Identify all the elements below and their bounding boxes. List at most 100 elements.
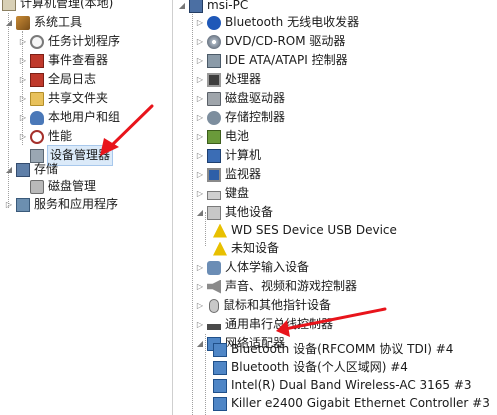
event-viewer-label: 事件查看器 xyxy=(48,53,109,67)
users-icon xyxy=(30,110,44,125)
tree-item-system-tools[interactable]: ◢ 系统工具 xyxy=(4,13,82,32)
tree-item-task-scheduler[interactable]: ▷ 任务计划程序 xyxy=(18,32,120,51)
battery-icon xyxy=(207,129,221,144)
network-device-item[interactable]: Intel(R) Dual Band Wireless-AC 3165 #3 xyxy=(211,376,472,395)
expand-arrow-icon[interactable]: ▷ xyxy=(195,89,205,108)
expand-arrow-icon[interactable]: ▷ xyxy=(195,258,205,277)
collapse-arrow-icon[interactable]: ◢ xyxy=(177,0,187,15)
expand-arrow-icon[interactable]: ▷ xyxy=(18,70,28,89)
tree-item-performance[interactable]: ▷ 性能 xyxy=(18,127,72,146)
expand-arrow-icon[interactable]: ▷ xyxy=(18,32,28,51)
tree-item-services[interactable]: ▷ 服务和应用程序 xyxy=(4,195,118,214)
category-keyboards[interactable]: ▷ 键盘 xyxy=(195,184,249,203)
performance-label: 性能 xyxy=(48,129,73,143)
disk-drive-icon xyxy=(207,91,221,106)
collapse-arrow-icon[interactable]: ◢ xyxy=(195,203,205,222)
category-hid[interactable]: ▷ 人体学输入设备 xyxy=(195,258,309,277)
expand-arrow-icon[interactable]: ▷ xyxy=(195,165,205,184)
collapse-arrow-icon[interactable]: ◢ xyxy=(4,13,14,32)
category-computer[interactable]: ▷ 计算机 xyxy=(195,146,261,165)
usb-icon xyxy=(207,323,221,330)
disk-icon xyxy=(30,179,44,194)
expand-arrow-icon[interactable]: ▷ xyxy=(18,127,28,146)
category-disk-drives[interactable]: ▷ 磁盘驱动器 xyxy=(195,89,285,108)
category-label: 处理器 xyxy=(225,72,262,86)
network-adapter-icon xyxy=(213,342,227,357)
expand-arrow-icon[interactable]: ▷ xyxy=(195,296,205,315)
category-label: IDE ATA/ATAPI 控制器 xyxy=(225,53,348,67)
device-label: WD SES Device USB Device xyxy=(231,223,397,237)
performance-icon xyxy=(30,129,44,144)
tree-item-local-users[interactable]: ▷ 本地用户和组 xyxy=(18,108,120,127)
event-viewer-icon xyxy=(30,53,44,68)
category-label: 鼠标和其他指针设备 xyxy=(223,298,332,312)
local-users-label: 本地用户和组 xyxy=(48,110,121,124)
collapse-arrow-icon[interactable]: ◢ xyxy=(195,334,205,353)
expand-arrow-icon[interactable]: ▷ xyxy=(18,108,28,127)
expand-arrow-icon[interactable]: ▷ xyxy=(18,51,28,70)
monitor-icon xyxy=(207,167,221,182)
tree-item-event-log[interactable]: ▷ 全局日志 xyxy=(18,70,96,89)
device-item[interactable]: 未知设备 xyxy=(211,239,279,258)
expand-arrow-icon[interactable]: ▷ xyxy=(195,146,205,165)
warning-icon xyxy=(213,241,227,256)
network-device-item[interactable]: Killer e2400 Gigabit Ethernet Controller… xyxy=(211,394,490,413)
category-sound[interactable]: ▷ 声音、视频和游戏控制器 xyxy=(195,277,357,296)
mouse-icon xyxy=(209,298,219,313)
category-usb[interactable]: ▷ 通用串行总线控制器 xyxy=(195,315,333,334)
category-monitors[interactable]: ▷ 监视器 xyxy=(195,165,261,184)
category-ide[interactable]: ▷ IDE ATA/ATAPI 控制器 xyxy=(195,51,348,70)
device-tree-pane[interactable]: ◢ msi-PC ▷ Bluetooth 无线电收发器 ▷ DVD/CD-ROM… xyxy=(173,0,497,415)
expand-arrow-icon[interactable]: ▷ xyxy=(195,277,205,296)
shared-folder-icon xyxy=(30,91,44,106)
category-label: 人体学输入设备 xyxy=(225,260,310,274)
expand-arrow-icon[interactable]: ▷ xyxy=(195,70,205,89)
device-label: Killer e2400 Gigabit Ethernet Controller… xyxy=(231,396,490,410)
category-battery[interactable]: ▷ 电池 xyxy=(195,127,249,146)
category-storage-controllers[interactable]: ▷ 存储控制器 xyxy=(195,108,285,127)
computer-icon xyxy=(189,0,203,13)
expand-arrow-icon[interactable]: ▷ xyxy=(18,89,28,108)
expand-arrow-icon[interactable]: ▷ xyxy=(195,108,205,127)
tree-item-shared-folders[interactable]: ▷ 共享文件夹 xyxy=(18,89,108,108)
expand-arrow-icon[interactable]: ▷ xyxy=(195,127,205,146)
expand-arrow-icon[interactable]: ▷ xyxy=(195,13,205,32)
expand-arrow-icon[interactable]: ▷ xyxy=(4,195,14,214)
speaker-icon xyxy=(207,279,221,294)
tree-root[interactable]: 计算机管理(本地) xyxy=(0,0,113,13)
network-adapter-icon xyxy=(213,396,227,411)
network-device-item[interactable]: Bluetooth 设备(RFCOMM 协议 TDI) #4 xyxy=(211,340,453,359)
category-bluetooth[interactable]: ▷ Bluetooth 无线电收发器 xyxy=(195,13,359,32)
category-other-devices[interactable]: ◢ 其他设备 xyxy=(195,203,273,222)
keyboard-icon xyxy=(207,190,221,200)
tools-icon xyxy=(16,15,30,30)
storage-controller-icon xyxy=(207,110,221,125)
network-device-item[interactable]: Bluetooth 设备(个人区域网) #4 xyxy=(211,358,408,377)
event-log-label: 全局日志 xyxy=(48,72,97,86)
tree-root-label: 计算机管理(本地) xyxy=(20,0,114,10)
device-item[interactable]: WD SES Device USB Device xyxy=(211,221,397,240)
expand-arrow-icon[interactable]: ▷ xyxy=(195,315,205,334)
dvd-drive-icon xyxy=(207,34,221,49)
expand-arrow-icon[interactable]: ▷ xyxy=(195,32,205,51)
category-label: Bluetooth 无线电收发器 xyxy=(225,15,360,29)
category-label: 其他设备 xyxy=(225,205,274,219)
expand-arrow-icon[interactable]: ▷ xyxy=(195,184,205,203)
category-processor[interactable]: ▷ 处理器 xyxy=(195,70,261,89)
category-dvd[interactable]: ▷ DVD/CD-ROM 驱动器 xyxy=(195,32,345,51)
other-device-icon xyxy=(207,205,221,220)
category-label: 监视器 xyxy=(225,167,262,181)
clock-icon xyxy=(30,34,44,49)
hid-icon xyxy=(207,260,221,275)
console-tree-pane[interactable]: 计算机管理(本地) ◢ 系统工具 ▷ 任务计划程序 ▷ 事件查看器 ▷ 全局日志… xyxy=(0,0,172,415)
network-adapter-icon xyxy=(213,360,227,375)
category-mouse[interactable]: ▷ 鼠标和其他指针设备 xyxy=(195,296,331,315)
collapse-arrow-icon[interactable]: ◢ xyxy=(4,160,14,179)
category-label: DVD/CD-ROM 驱动器 xyxy=(225,34,346,48)
tree-item-event-viewer[interactable]: ▷ 事件查看器 xyxy=(18,51,108,70)
expand-arrow-icon[interactable]: ▷ xyxy=(195,51,205,70)
device-label: 未知设备 xyxy=(231,241,280,255)
warning-icon xyxy=(213,223,227,238)
category-label: 声音、视频和游戏控制器 xyxy=(225,279,358,293)
tree-item-disk-management[interactable]: 磁盘管理 xyxy=(28,177,96,196)
